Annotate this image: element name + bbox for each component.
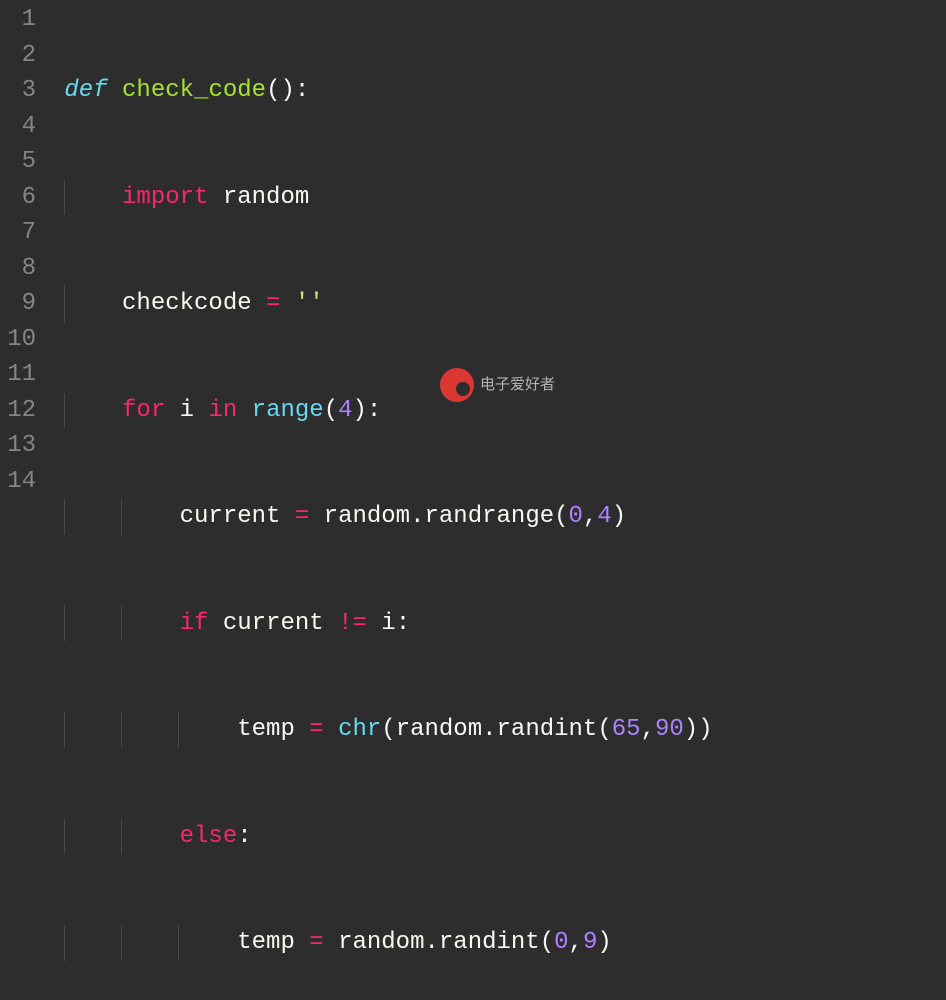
line-number: 9 (6, 286, 36, 322)
paren: ) (597, 929, 611, 956)
comma: , (641, 716, 655, 743)
method: randint (497, 716, 598, 743)
line-number: 7 (6, 215, 36, 251)
colon: : (237, 823, 251, 850)
dot: . (424, 929, 438, 956)
comma: , (583, 503, 597, 530)
paren: ) (612, 503, 626, 530)
builtin-range: range (252, 397, 324, 424)
identifier: random (338, 929, 424, 956)
identifier: checkcode (122, 290, 252, 317)
operator: = (266, 290, 280, 317)
line-number: 14 (6, 464, 36, 500)
line-number: 12 (6, 393, 36, 429)
line-number: 10 (6, 322, 36, 358)
identifier: i (381, 610, 395, 637)
dot: . (410, 503, 424, 530)
code-area[interactable]: def check_code(): import random checkcod… (50, 0, 713, 500)
line-number: 2 (6, 38, 36, 74)
code-line[interactable]: if current != i: (50, 606, 713, 642)
keyword-if: if (180, 610, 209, 637)
line-number: 13 (6, 428, 36, 464)
operator: = (309, 929, 323, 956)
number: 65 (612, 716, 641, 743)
paren: ( (554, 503, 568, 530)
colon: : (396, 610, 410, 637)
method: randrange (425, 503, 555, 530)
line-number: 6 (6, 180, 36, 216)
code-line[interactable]: else: (50, 819, 713, 855)
paren: ) (280, 77, 294, 104)
paren: ) (353, 397, 367, 424)
identifier: temp (237, 929, 295, 956)
code-line[interactable]: current = random.randrange(0,4) (50, 499, 713, 535)
identifier: random (223, 184, 309, 211)
colon: : (295, 77, 309, 104)
line-gutter: 1 2 3 4 5 6 7 8 9 10 11 12 13 14 (0, 0, 50, 500)
paren: ( (597, 716, 611, 743)
keyword-import: import (122, 184, 208, 211)
keyword-else: else (180, 823, 238, 850)
paren: ( (540, 929, 554, 956)
number: 9 (583, 929, 597, 956)
identifier: random (396, 716, 482, 743)
code-line[interactable]: for i in range(4): (50, 393, 713, 429)
identifier: current (180, 503, 281, 530)
number: 0 (569, 503, 583, 530)
line-number: 1 (6, 2, 36, 38)
identifier: temp (237, 716, 295, 743)
dot: . (482, 716, 496, 743)
operator: = (295, 503, 309, 530)
number: 4 (338, 397, 352, 424)
method: randint (439, 929, 540, 956)
identifier: random (324, 503, 410, 530)
operator: != (338, 610, 367, 637)
paren: ) (684, 716, 698, 743)
keyword-def: def (64, 77, 107, 104)
string-literal: '' (295, 290, 324, 317)
builtin-chr: chr (338, 716, 381, 743)
code-line[interactable]: temp = random.randint(0,9) (50, 925, 713, 961)
operator: = (309, 716, 323, 743)
keyword-in: in (208, 397, 237, 424)
colon: : (367, 397, 381, 424)
number: 4 (597, 503, 611, 530)
keyword-for: for (122, 397, 165, 424)
code-line[interactable]: import random (50, 180, 713, 216)
code-line[interactable]: temp = chr(random.randint(65,90)) (50, 712, 713, 748)
code-editor[interactable]: 1 2 3 4 5 6 7 8 9 10 11 12 13 14 def che… (0, 0, 946, 500)
line-number: 11 (6, 357, 36, 393)
identifier: current (223, 610, 324, 637)
comma: , (569, 929, 583, 956)
identifier: i (180, 397, 194, 424)
function-name: check_code (122, 77, 266, 104)
number: 0 (554, 929, 568, 956)
line-number: 3 (6, 73, 36, 109)
paren: ( (266, 77, 280, 104)
number: 90 (655, 716, 684, 743)
paren: ( (324, 397, 338, 424)
line-number: 5 (6, 144, 36, 180)
line-number: 4 (6, 109, 36, 145)
line-number: 8 (6, 251, 36, 287)
paren: ) (698, 716, 712, 743)
code-line[interactable]: checkcode = '' (50, 286, 713, 322)
paren: ( (381, 716, 395, 743)
code-line[interactable]: def check_code(): (50, 73, 713, 109)
